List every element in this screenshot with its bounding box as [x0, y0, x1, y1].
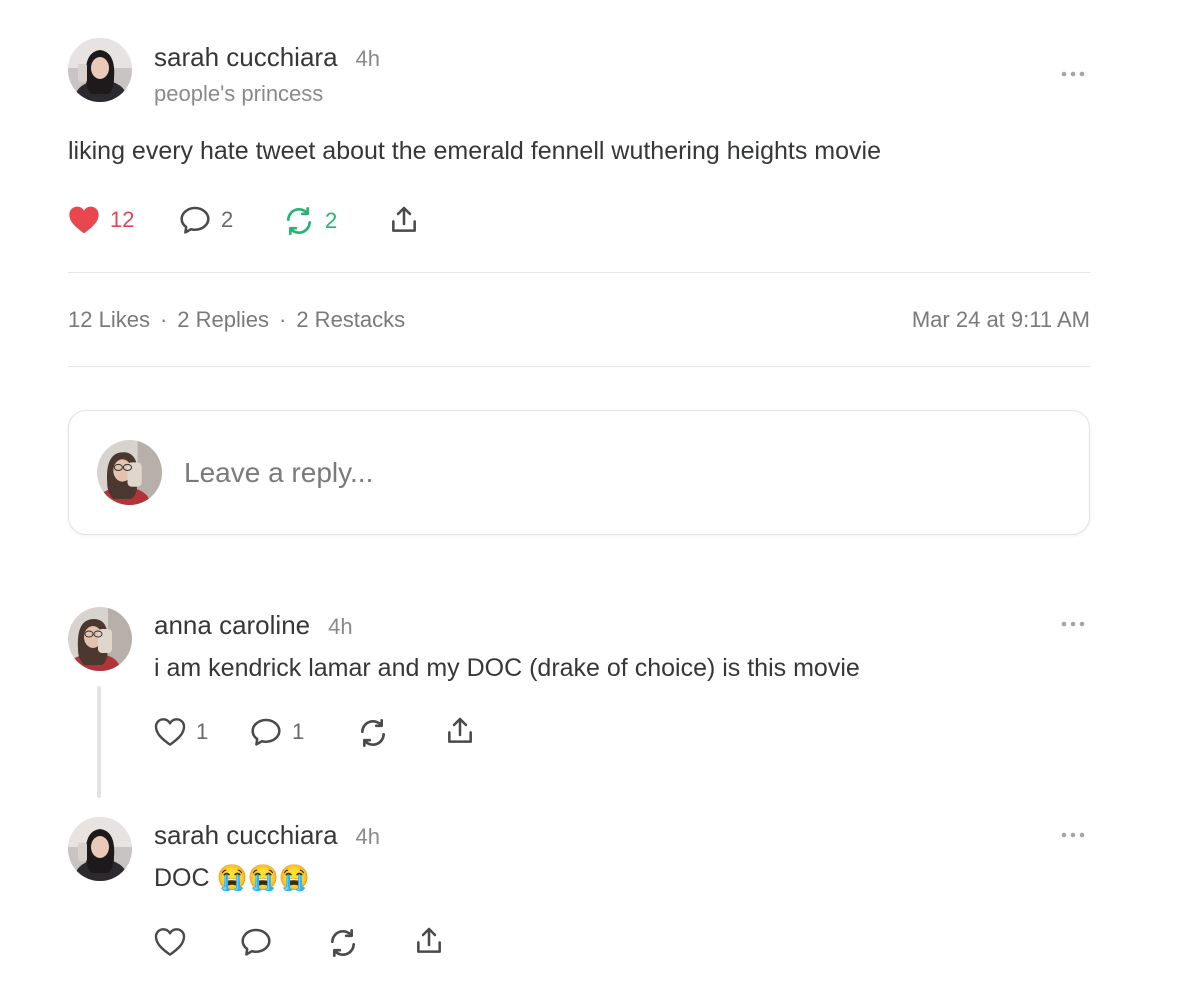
comment-reply-button[interactable]: 1	[250, 717, 304, 747]
comment-like-button[interactable]	[154, 927, 186, 957]
stats-separator: ·	[279, 307, 287, 332]
reply-input[interactable]: Leave a reply...	[184, 457, 373, 489]
divider	[68, 272, 1090, 273]
post-restack-count: 2	[325, 208, 338, 233]
post-stats: 12 Likes · 2 Replies · 2 Restacks	[68, 307, 405, 333]
share-icon	[448, 717, 472, 743]
post-like-count: 12	[110, 207, 135, 232]
heart-icon	[154, 928, 186, 956]
restack-icon	[287, 207, 311, 235]
comment-share-button[interactable]	[444, 715, 476, 747]
comment-reply-button[interactable]	[240, 927, 272, 957]
post-text: liking every hate tweet about the emeral…	[68, 137, 881, 165]
post-time: 4h	[355, 46, 381, 71]
comment-icon	[241, 928, 271, 956]
comment-reply-count: 1	[292, 719, 305, 744]
comment-share-button[interactable]	[413, 925, 445, 957]
comment-author-name[interactable]: anna caroline	[154, 610, 310, 641]
comment-text: DOC 😭😭😭	[154, 864, 310, 892]
post-share-button[interactable]	[388, 204, 420, 236]
post-like-button[interactable]: 12	[68, 205, 134, 235]
comment-author-name[interactable]: sarah cucchiara	[154, 820, 338, 851]
stats-separator: ·	[159, 307, 168, 332]
share-icon	[392, 206, 416, 232]
share-icon	[417, 927, 441, 953]
comment-like-button[interactable]: 1	[154, 717, 208, 747]
reply-box[interactable]: Leave a reply...	[68, 410, 1090, 535]
divider	[68, 366, 1090, 367]
comment-author-avatar[interactable]	[68, 817, 132, 881]
heart-icon	[69, 206, 99, 234]
post-comment-button[interactable]: 2	[179, 205, 233, 235]
heart-icon	[154, 718, 186, 746]
comment-more-icon[interactable]	[1060, 616, 1086, 637]
comment-restack-button[interactable]	[357, 717, 389, 749]
stats-replies[interactable]: 2 Replies	[177, 307, 269, 332]
stats-restacks[interactable]: 2 Restacks	[296, 307, 405, 332]
comment-icon	[180, 206, 210, 234]
comment-time: 4h	[328, 614, 353, 639]
stats-likes[interactable]: 12 Likes	[68, 307, 150, 332]
thread-line	[97, 686, 101, 798]
post-author-name[interactable]: sarah cucchiara	[154, 42, 338, 73]
post-author-subtitle: people's princess	[154, 81, 324, 106]
comment-more-icon[interactable]	[1060, 827, 1086, 848]
post-author-avatar[interactable]	[68, 38, 132, 102]
post-timestamp: Mar 24 at 9:11 AM	[911, 307, 1090, 332]
comment-icon	[251, 718, 281, 746]
comment-like-count: 1	[196, 719, 209, 744]
restack-icon	[331, 929, 355, 957]
post-more-icon[interactable]	[1060, 66, 1086, 87]
comment-author-avatar[interactable]	[68, 607, 132, 671]
current-user-avatar	[97, 440, 162, 505]
comment-text: i am kendrick lamar and my DOC (drake of…	[154, 654, 860, 682]
post-restack-button[interactable]: 2	[283, 205, 337, 237]
comment-restack-button[interactable]	[327, 927, 359, 959]
post-comment-count: 2	[221, 207, 234, 232]
restack-icon	[361, 719, 385, 747]
comment-time: 4h	[355, 824, 381, 849]
